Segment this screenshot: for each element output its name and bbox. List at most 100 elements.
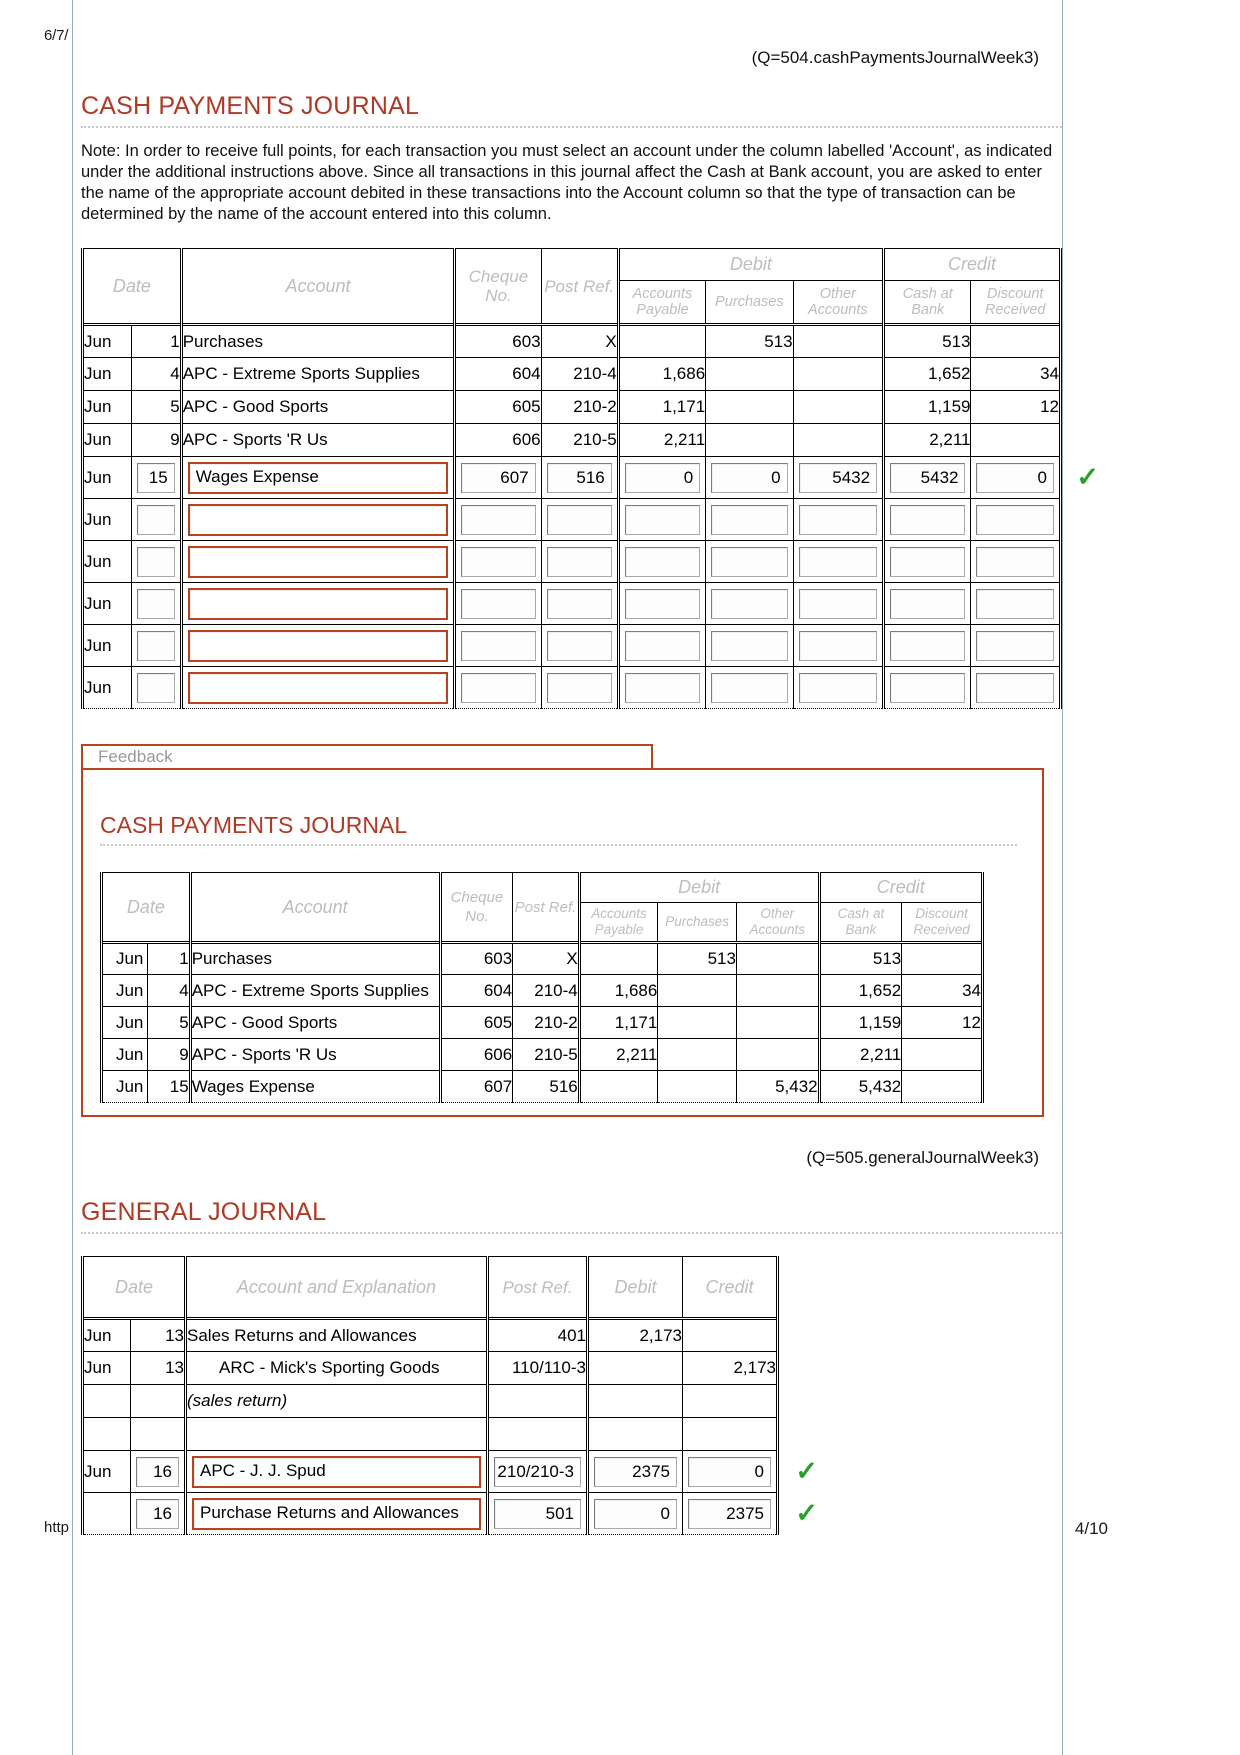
accounts-payable-input[interactable] <box>624 672 701 703</box>
purchases-input[interactable] <box>711 546 788 577</box>
account-input[interactable] <box>187 671 449 704</box>
cell-debit <box>586 1417 683 1451</box>
day-input[interactable] <box>137 630 175 661</box>
post-ref-input[interactable] <box>546 546 612 577</box>
day-input[interactable] <box>137 504 175 535</box>
print-footer-pagenum: 4/10 <box>1074 1519 1108 1538</box>
post-ref-input[interactable]: 501 <box>494 1498 581 1529</box>
cell-post-ref: 516 <box>512 1070 580 1103</box>
other-accounts-input[interactable]: 5432 <box>798 462 878 493</box>
purchases-input[interactable] <box>711 504 788 535</box>
cheque-no-input[interactable] <box>461 504 536 535</box>
account-input[interactable] <box>187 587 449 620</box>
post-ref-input[interactable]: 516 <box>546 462 612 493</box>
cell-discount-input <box>970 498 1062 541</box>
discount-received-input[interactable] <box>976 630 1054 661</box>
purchases-input[interactable] <box>711 588 788 619</box>
account-explanation-input[interactable]: APC - J. J. Spud <box>192 1455 481 1488</box>
cell-day-input <box>131 540 182 583</box>
cell-ap-input <box>616 666 707 709</box>
cell-discount-input: 0 ✓ <box>970 456 1099 499</box>
post-ref-input[interactable] <box>546 672 612 703</box>
cash-at-bank-input[interactable] <box>890 546 966 577</box>
cell-account-input: APC - J. J. Spud <box>184 1450 488 1493</box>
cell-credit <box>682 1384 779 1418</box>
cheque-no-input[interactable] <box>461 630 536 661</box>
cell-month: Jun <box>99 1038 149 1071</box>
cell-other-input <box>792 540 885 583</box>
other-accounts-input[interactable] <box>798 588 878 619</box>
cheque-no-input[interactable]: 607 <box>461 462 536 493</box>
accounts-payable-input[interactable] <box>624 588 701 619</box>
day-input[interactable] <box>137 672 175 703</box>
table-row: Jun 4 APC - Extreme Sports Supplies 604 210-… <box>99 974 984 1007</box>
cell-post-ref-input: 210/210-3 <box>486 1450 588 1493</box>
post-ref-input[interactable] <box>546 504 612 535</box>
other-accounts-input[interactable] <box>798 672 878 703</box>
cell-month: Jun <box>80 423 133 457</box>
other-accounts-input[interactable] <box>798 504 878 535</box>
purchases-input[interactable]: 0 <box>711 462 788 493</box>
cell-cheque-no: 606 <box>453 423 542 457</box>
cash-at-bank-input[interactable] <box>890 588 966 619</box>
cell-post-ref-input <box>540 540 619 583</box>
cash-at-bank-input[interactable] <box>890 504 966 535</box>
cash-payments-journal-table: Date Account Cheque No. Post Ref. Debit … <box>80 248 1099 709</box>
cell-day: 5 <box>131 390 182 424</box>
accounts-payable-input[interactable] <box>624 504 701 535</box>
discount-received-input[interactable] <box>976 546 1054 577</box>
purchases-input[interactable] <box>711 630 788 661</box>
account-input[interactable] <box>187 629 449 662</box>
cash-at-bank-input[interactable]: 5432 <box>890 462 966 493</box>
day-input[interactable]: 16 <box>136 1498 179 1529</box>
general-journal-question-tag: (Q=505.generalJournalWeek3) <box>806 1148 1039 1167</box>
gj-col-header-credit: Credit <box>682 1256 779 1319</box>
cell-account-explanation <box>184 1417 488 1451</box>
cell-discount-input <box>970 540 1062 583</box>
discount-received-input[interactable]: 0 <box>976 462 1054 493</box>
account-input[interactable] <box>187 545 449 578</box>
cell-account: APC - Extreme Sports Supplies <box>188 974 441 1007</box>
accounts-payable-input[interactable] <box>624 546 701 577</box>
post-ref-input[interactable]: 210/210-3 <box>494 1456 581 1487</box>
cell-cheque-no: 605 <box>453 390 542 424</box>
debit-input[interactable]: 2375 <box>594 1456 677 1487</box>
discount-received-input[interactable] <box>976 672 1054 703</box>
discount-received-input[interactable] <box>976 504 1054 535</box>
cell-cheque-no: 603 <box>438 941 514 975</box>
discount-received-input[interactable] <box>976 588 1054 619</box>
cheque-no-input[interactable] <box>461 672 536 703</box>
post-ref-input[interactable] <box>546 588 612 619</box>
cheque-no-input[interactable] <box>461 546 536 577</box>
account-input[interactable] <box>187 503 449 536</box>
accounts-payable-input[interactable] <box>624 630 701 661</box>
col-header-date: Date <box>81 248 182 325</box>
cell-day <box>130 1384 186 1418</box>
day-input[interactable]: 15 <box>137 462 175 493</box>
cell-day: 4 <box>147 974 191 1007</box>
cash-at-bank-input[interactable] <box>890 630 966 661</box>
credit-input[interactable]: 2375 <box>688 1498 771 1529</box>
fb-col-header-credit-group: Credit <box>817 872 985 903</box>
other-accounts-input[interactable] <box>798 630 878 661</box>
cash-at-bank-input[interactable] <box>890 672 966 703</box>
credit-input[interactable]: 0 <box>688 1456 771 1487</box>
col-header-discount-received: Discount Received <box>970 280 1062 325</box>
day-input[interactable]: 16 <box>136 1456 179 1487</box>
post-ref-input[interactable] <box>546 630 612 661</box>
account-explanation-input[interactable]: Purchase Returns and Allowances <box>192 1497 481 1530</box>
day-input[interactable] <box>137 588 175 619</box>
cell-day: 13 <box>130 1351 186 1385</box>
purchases-input[interactable] <box>711 672 788 703</box>
cell-month: Jun <box>80 357 133 391</box>
accounts-payable-input[interactable]: 0 <box>624 462 701 493</box>
table-row: Jun 4 APC - Extreme Sports Supplies 604 210-… <box>80 357 1062 391</box>
cell-cash-input <box>882 498 972 541</box>
other-accounts-input[interactable] <box>798 546 878 577</box>
general-journal-entry-rows: Jun 16 APC - J. J. Spud 210/210-3 2375 0 ✓ 16 Pu… <box>81 1450 818 1535</box>
day-input[interactable] <box>137 546 175 577</box>
debit-input[interactable]: 0 <box>594 1498 677 1529</box>
page-left-margin-rule <box>72 0 73 1755</box>
cheque-no-input[interactable] <box>461 588 536 619</box>
account-input[interactable]: Wages Expense <box>187 461 449 494</box>
